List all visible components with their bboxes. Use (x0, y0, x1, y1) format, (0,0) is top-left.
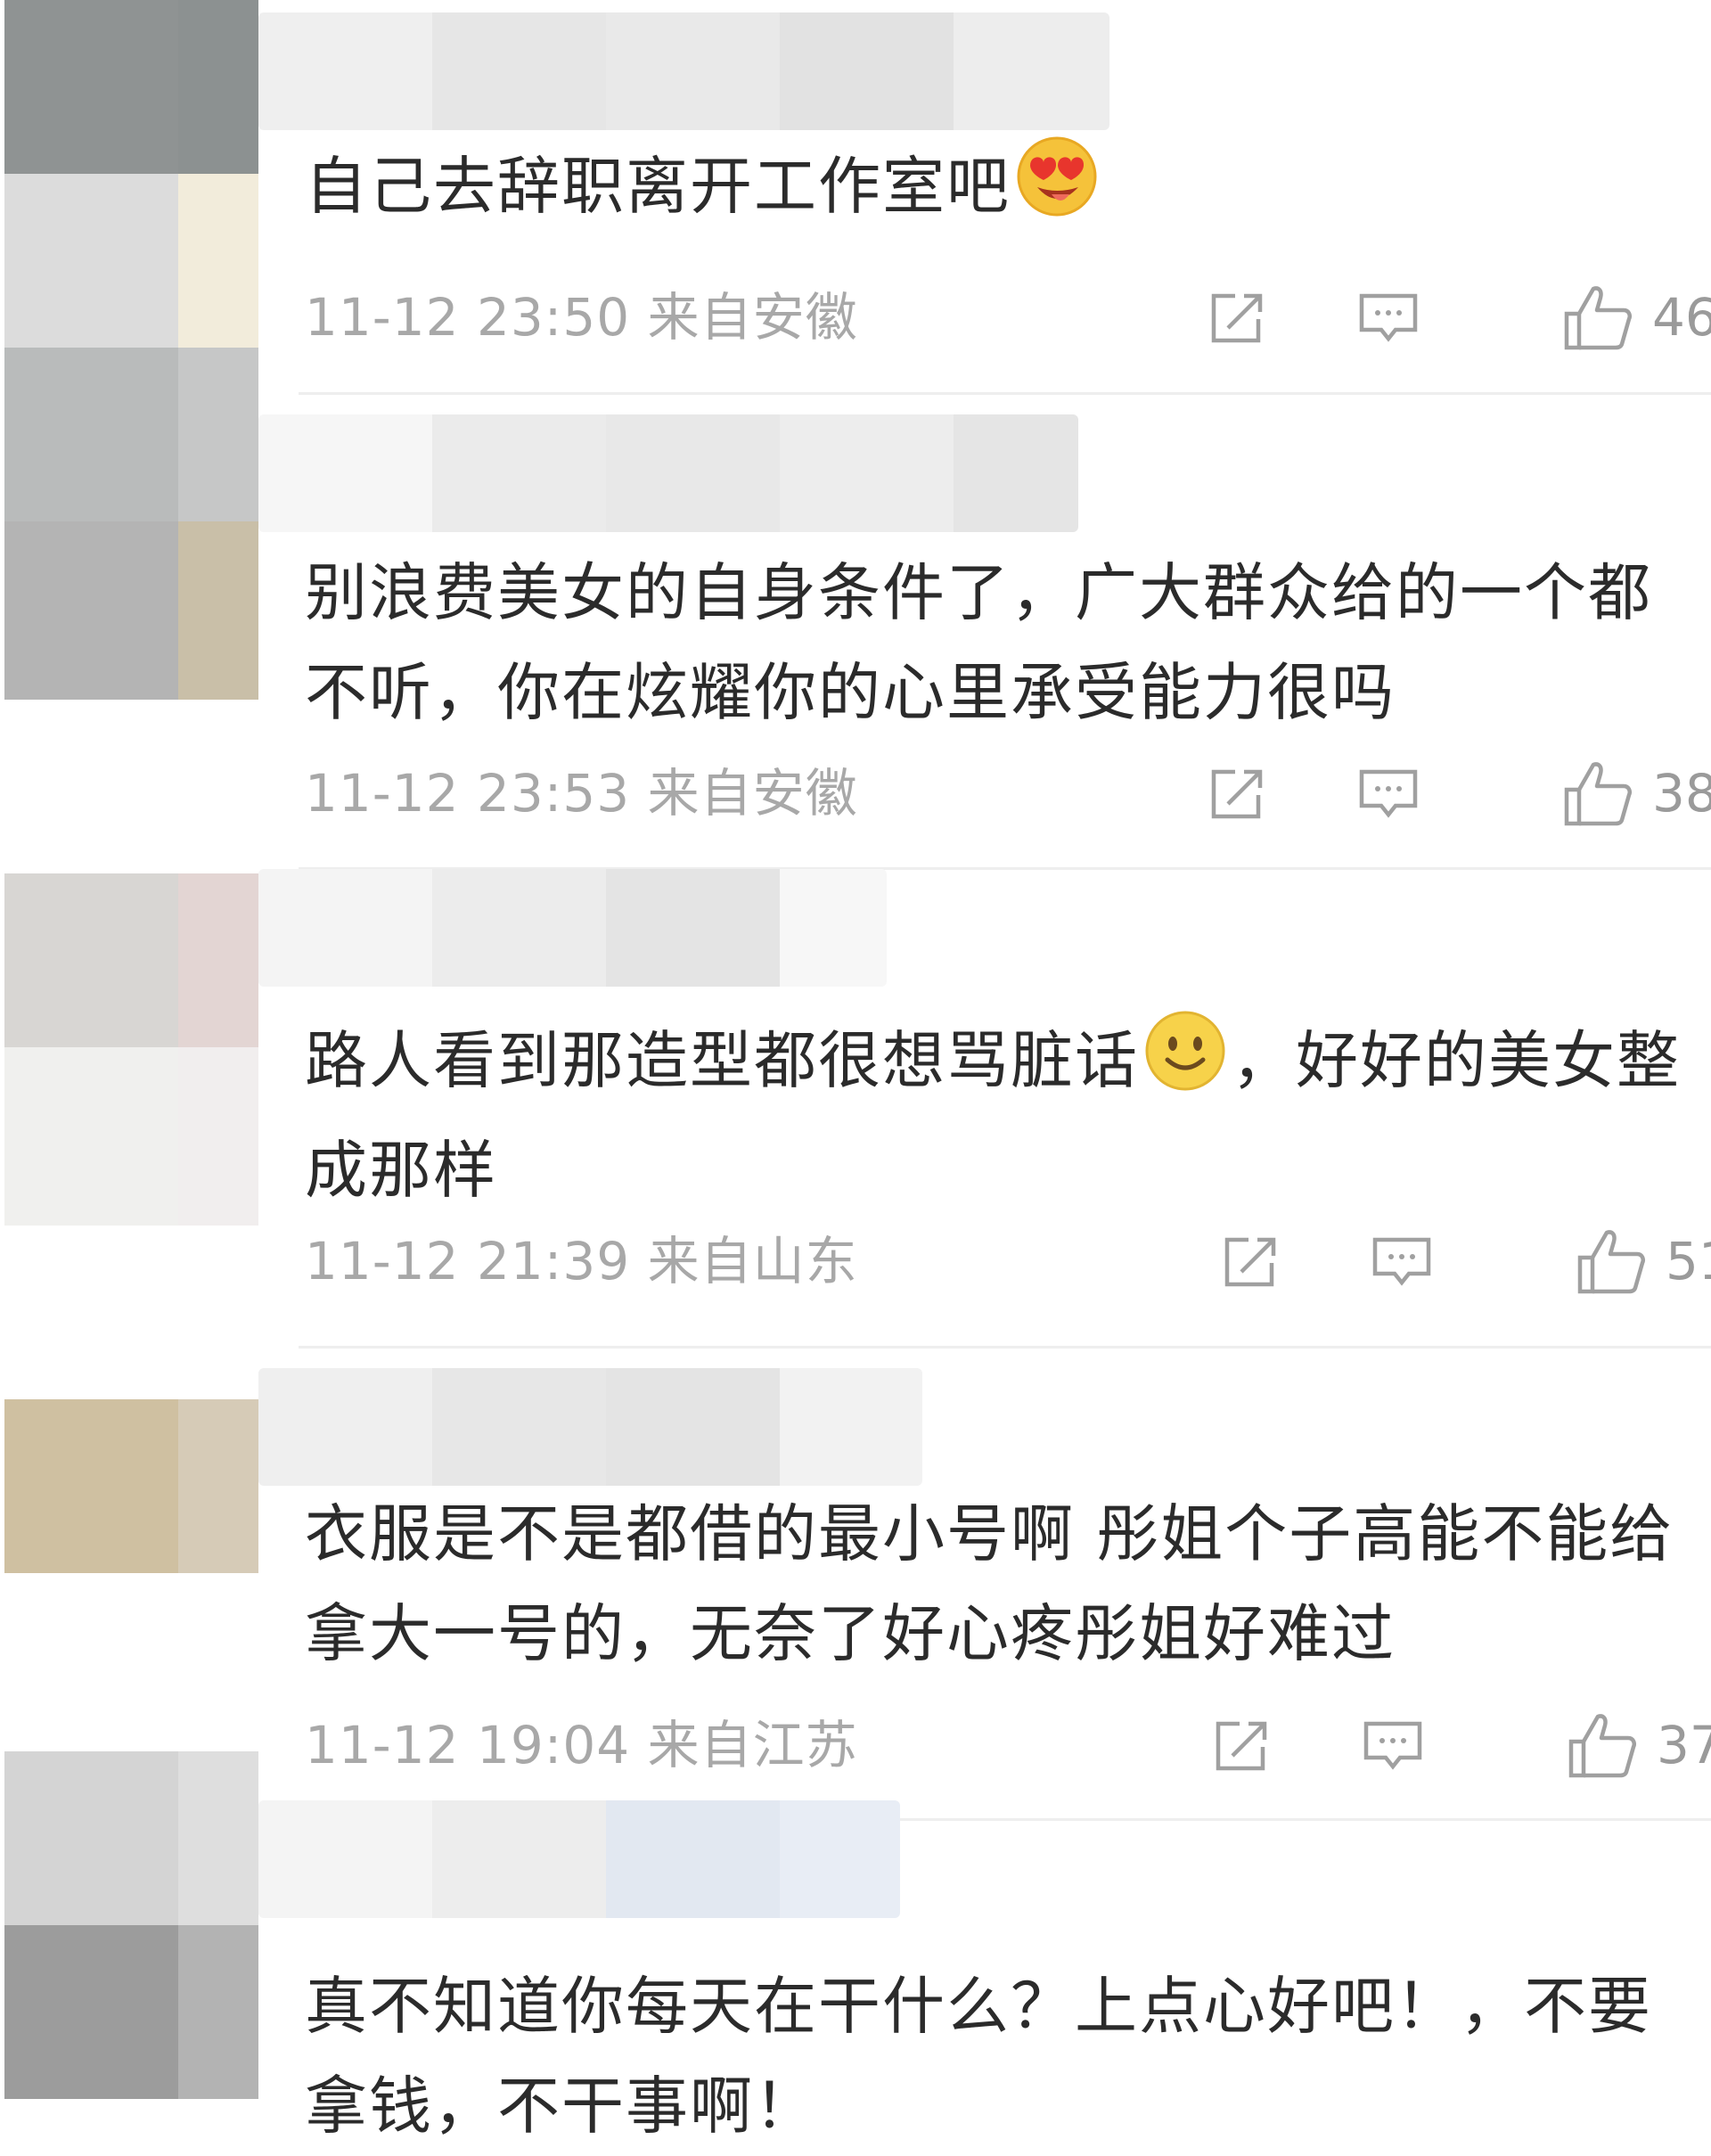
username-blurred[interactable] (258, 1368, 922, 1486)
comment-button[interactable] (1356, 758, 1420, 829)
thumbs-up-icon (1568, 1714, 1636, 1778)
meta-text: 11-12 19:04 来自江苏 (305, 1709, 858, 1781)
comment-item: 别浪费美女的自身条件了，广大群众给的一个都不听，你在炫耀你的心里承受能力很吗 1… (258, 397, 1711, 870)
comment-item: 路人看到那造型都很想骂脏话 ，好好的美女整成那样 11-12 21:39 来自山东… (258, 869, 1711, 1349)
username-blurred[interactable] (258, 1800, 900, 1918)
location: 来自山东 (647, 1231, 858, 1291)
like-count: 46 (1652, 287, 1711, 348)
location: 来自安徽 (647, 287, 858, 348)
comment-button[interactable] (1361, 1709, 1425, 1781)
thumbs-up-icon (1564, 762, 1632, 826)
username-blurred[interactable] (258, 12, 1109, 130)
share-icon (1211, 769, 1263, 819)
comment-meta: 11-12 23:50 来自安徽 46 (305, 282, 1711, 353)
meta-text: 11-12 23:53 来自安徽 (305, 758, 858, 829)
comment-text: 真不知道你每天在干什么？上点心好吧！，不要拿钱，不干事啊！ (305, 1970, 1652, 2143)
comment-button[interactable] (1356, 282, 1420, 353)
smile-emoji (1144, 1010, 1226, 1120)
like-button[interactable]: 38 (1561, 758, 1711, 829)
username-blurred[interactable] (258, 869, 887, 987)
comment-icon (1359, 293, 1418, 342)
timestamp: 11-12 21:39 (305, 1231, 631, 1291)
share-icon (1216, 1721, 1267, 1771)
heart-eyes-emoji (1016, 135, 1098, 246)
share-icon (1224, 1237, 1276, 1287)
share-button[interactable] (1205, 282, 1269, 353)
share-button[interactable] (1205, 758, 1269, 829)
like-button[interactable]: 46 (1561, 282, 1711, 353)
comment-meta: 11-12 19:04 来自江苏 37 (305, 1709, 1711, 1781)
comment-item: 自己去辞职离开工作室吧 11-12 23:50 来自安徽 46 (258, 0, 1711, 397)
share-icon (1211, 293, 1263, 343)
share-button[interactable] (1218, 1226, 1282, 1297)
thumbs-up-icon (1577, 1230, 1645, 1294)
timestamp: 11-12 19:04 (305, 1715, 631, 1775)
like-count: 37 (1657, 1715, 1711, 1775)
comment-meta: 11-12 23:53 来自安徽 38 (305, 758, 1711, 829)
location: 来自安徽 (647, 763, 858, 824)
like-button[interactable]: 37 (1566, 1709, 1711, 1781)
timestamp: 11-12 23:50 (305, 287, 631, 348)
divider (299, 392, 1711, 395)
thumbs-up-icon (1564, 286, 1632, 350)
meta-text: 11-12 21:39 来自山东 (305, 1226, 858, 1297)
meta-text: 11-12 23:50 来自安徽 (305, 282, 858, 353)
location: 来自江苏 (647, 1715, 858, 1775)
comment-text: 衣服是不是都借的最小号啊 彤姐个子高能不能给拿大一号的，无奈了好心疼彤姐好难过 (305, 1497, 1674, 1670)
comment-item: 衣服是不是都借的最小号啊 彤姐个子高能不能给拿大一号的，无奈了好心疼彤姐好难过 … (258, 1346, 1711, 1821)
avatar-column (0, 0, 258, 2150)
comment-text: 别浪费美女的自身条件了，广大群众给的一个都不听，你在炫耀你的心里承受能力很吗 (305, 556, 1652, 729)
like-button[interactable]: 51 (1575, 1226, 1711, 1297)
comment-feed: 自己去辞职离开工作室吧 11-12 23:50 来自安徽 46 别浪费美女的自身… (0, 0, 1711, 2150)
comment-button[interactable] (1370, 1226, 1434, 1297)
comment-meta: 11-12 21:39 来自山东 51 (305, 1226, 1711, 1297)
comment-text: 自己去辞职离开工作室吧 (305, 135, 1695, 246)
username-blurred[interactable] (258, 414, 1078, 532)
timestamp: 11-12 23:53 (305, 763, 631, 824)
comment-icon (1363, 1721, 1422, 1770)
share-button[interactable] (1209, 1709, 1273, 1781)
comment-item: 真不知道你每天在干什么？上点心好吧！，不要拿钱，不干事啊！ (258, 1800, 1711, 2150)
like-count: 38 (1652, 763, 1711, 824)
comment-text: 路人看到那造型都很想骂脏话 ，好好的美女整成那样 (305, 1010, 1695, 1220)
like-count: 51 (1666, 1231, 1711, 1291)
comment-icon (1359, 769, 1418, 818)
comment-icon (1372, 1237, 1431, 1286)
